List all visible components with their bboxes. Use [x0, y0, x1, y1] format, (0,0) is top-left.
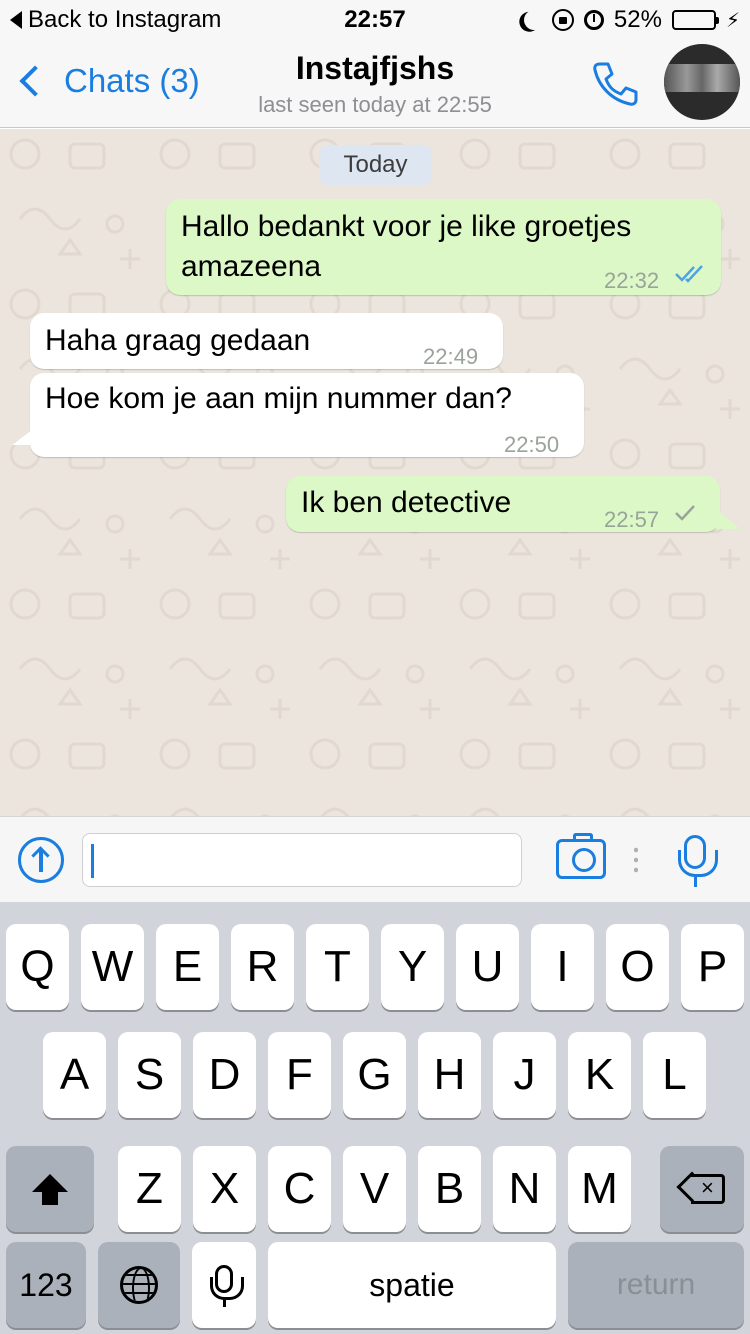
key-x[interactable]: X: [193, 1146, 256, 1232]
shift-key[interactable]: [6, 1146, 94, 1232]
key-d[interactable]: D: [193, 1032, 256, 1118]
status-bar: Back to Instagram 22:57 52% ⚡: [0, 0, 750, 40]
numbers-key[interactable]: 123: [6, 1242, 86, 1328]
date-badge: Today: [319, 145, 432, 185]
message-time: 22:49: [423, 344, 479, 369]
read-double-check-icon: [675, 265, 703, 283]
key-r[interactable]: R: [231, 924, 294, 1010]
space-key[interactable]: spatie: [268, 1242, 556, 1328]
key-e[interactable]: E: [156, 924, 219, 1010]
message-text: Haha graag gedaan: [45, 324, 311, 357]
rotation-lock-icon: [551, 9, 574, 31]
whatsapp-chat-screen: Back to Instagram 22:57 52% ⚡ Chats (3) …: [0, 0, 750, 1334]
charging-bolt-icon: ⚡: [725, 9, 740, 32]
do-not-disturb-icon: [521, 7, 547, 33]
backspace-icon: ×: [676, 1171, 725, 1204]
key-m[interactable]: M: [568, 1146, 631, 1232]
dictation-mic-icon: [210, 1265, 244, 1307]
contact-avatar[interactable]: [664, 44, 740, 120]
keyboard: QWERTYUIOP ASDFGHJKL ZXCVBNM × 123 spati…: [0, 902, 750, 1334]
attach-upload-icon[interactable]: [18, 837, 64, 883]
divider-dots: [634, 845, 638, 873]
key-i[interactable]: I: [531, 924, 594, 1010]
globe-key[interactable]: [98, 1242, 180, 1328]
message-outgoing[interactable]: Hallo bedankt voor je like groetjes amaz…: [166, 199, 721, 295]
message-input[interactable]: [82, 833, 522, 887]
key-a[interactable]: A: [43, 1032, 106, 1118]
message-incoming[interactable]: Hoe kom je aan mijn nummer dan? 22:50: [30, 373, 584, 457]
key-u[interactable]: U: [456, 924, 519, 1010]
key-o[interactable]: O: [606, 924, 669, 1010]
camera-icon[interactable]: [556, 833, 606, 879]
message-list[interactable]: Today Hallo bedankt voor je like groetje…: [0, 129, 750, 816]
incoming-bubble-tail: [12, 427, 36, 445]
message-time: 22:32: [604, 268, 660, 293]
status-indicators: 52% ⚡: [518, 6, 740, 34]
key-t[interactable]: T: [306, 924, 369, 1010]
message-time: 22:50: [504, 432, 560, 457]
key-q[interactable]: Q: [6, 924, 69, 1010]
key-b[interactable]: B: [418, 1146, 481, 1232]
message-outgoing[interactable]: Ik ben detective 22:57: [286, 476, 720, 532]
chat-header: Chats (3) Instajfjshs last seen today at…: [0, 40, 750, 128]
key-h[interactable]: H: [418, 1032, 481, 1118]
outgoing-bubble-tail: [716, 509, 740, 529]
key-l[interactable]: L: [643, 1032, 706, 1118]
key-n[interactable]: N: [493, 1146, 556, 1232]
backspace-key[interactable]: ×: [660, 1146, 744, 1232]
battery-icon: [671, 10, 719, 30]
key-f[interactable]: F: [268, 1032, 331, 1118]
key-c[interactable]: C: [268, 1146, 331, 1232]
key-s[interactable]: S: [118, 1032, 181, 1118]
text-caret: [91, 844, 94, 878]
key-w[interactable]: W: [81, 924, 144, 1010]
message-time: 22:57: [604, 507, 660, 532]
key-k[interactable]: K: [568, 1032, 631, 1118]
message-text: Ik ben detective: [301, 486, 512, 519]
key-y[interactable]: Y: [381, 924, 444, 1010]
voice-message-mic-icon[interactable]: [678, 835, 718, 887]
dictation-key[interactable]: [192, 1242, 256, 1328]
message-text: Hoe kom je aan mijn nummer dan?: [45, 382, 512, 415]
avatar-photo: [664, 64, 740, 92]
phone-call-icon[interactable]: [588, 58, 640, 110]
message-incoming[interactable]: Haha graag gedaan 22:49: [30, 313, 503, 369]
shift-arrow-icon: [32, 1174, 68, 1205]
alarm-icon: [583, 10, 604, 30]
key-v[interactable]: V: [343, 1146, 406, 1232]
message-composer: [0, 816, 750, 902]
key-j[interactable]: J: [493, 1032, 556, 1118]
key-g[interactable]: G: [343, 1032, 406, 1118]
return-key[interactable]: return: [568, 1242, 744, 1328]
message-text-line: amazeena: [181, 250, 322, 283]
globe-icon: [120, 1266, 158, 1304]
sent-check-icon: [675, 505, 695, 521]
key-z[interactable]: Z: [118, 1146, 181, 1232]
message-text-line: Hallo bedankt voor je like groetjes: [181, 210, 632, 243]
battery-percent: 52%: [613, 6, 662, 33]
key-p[interactable]: P: [681, 924, 744, 1010]
